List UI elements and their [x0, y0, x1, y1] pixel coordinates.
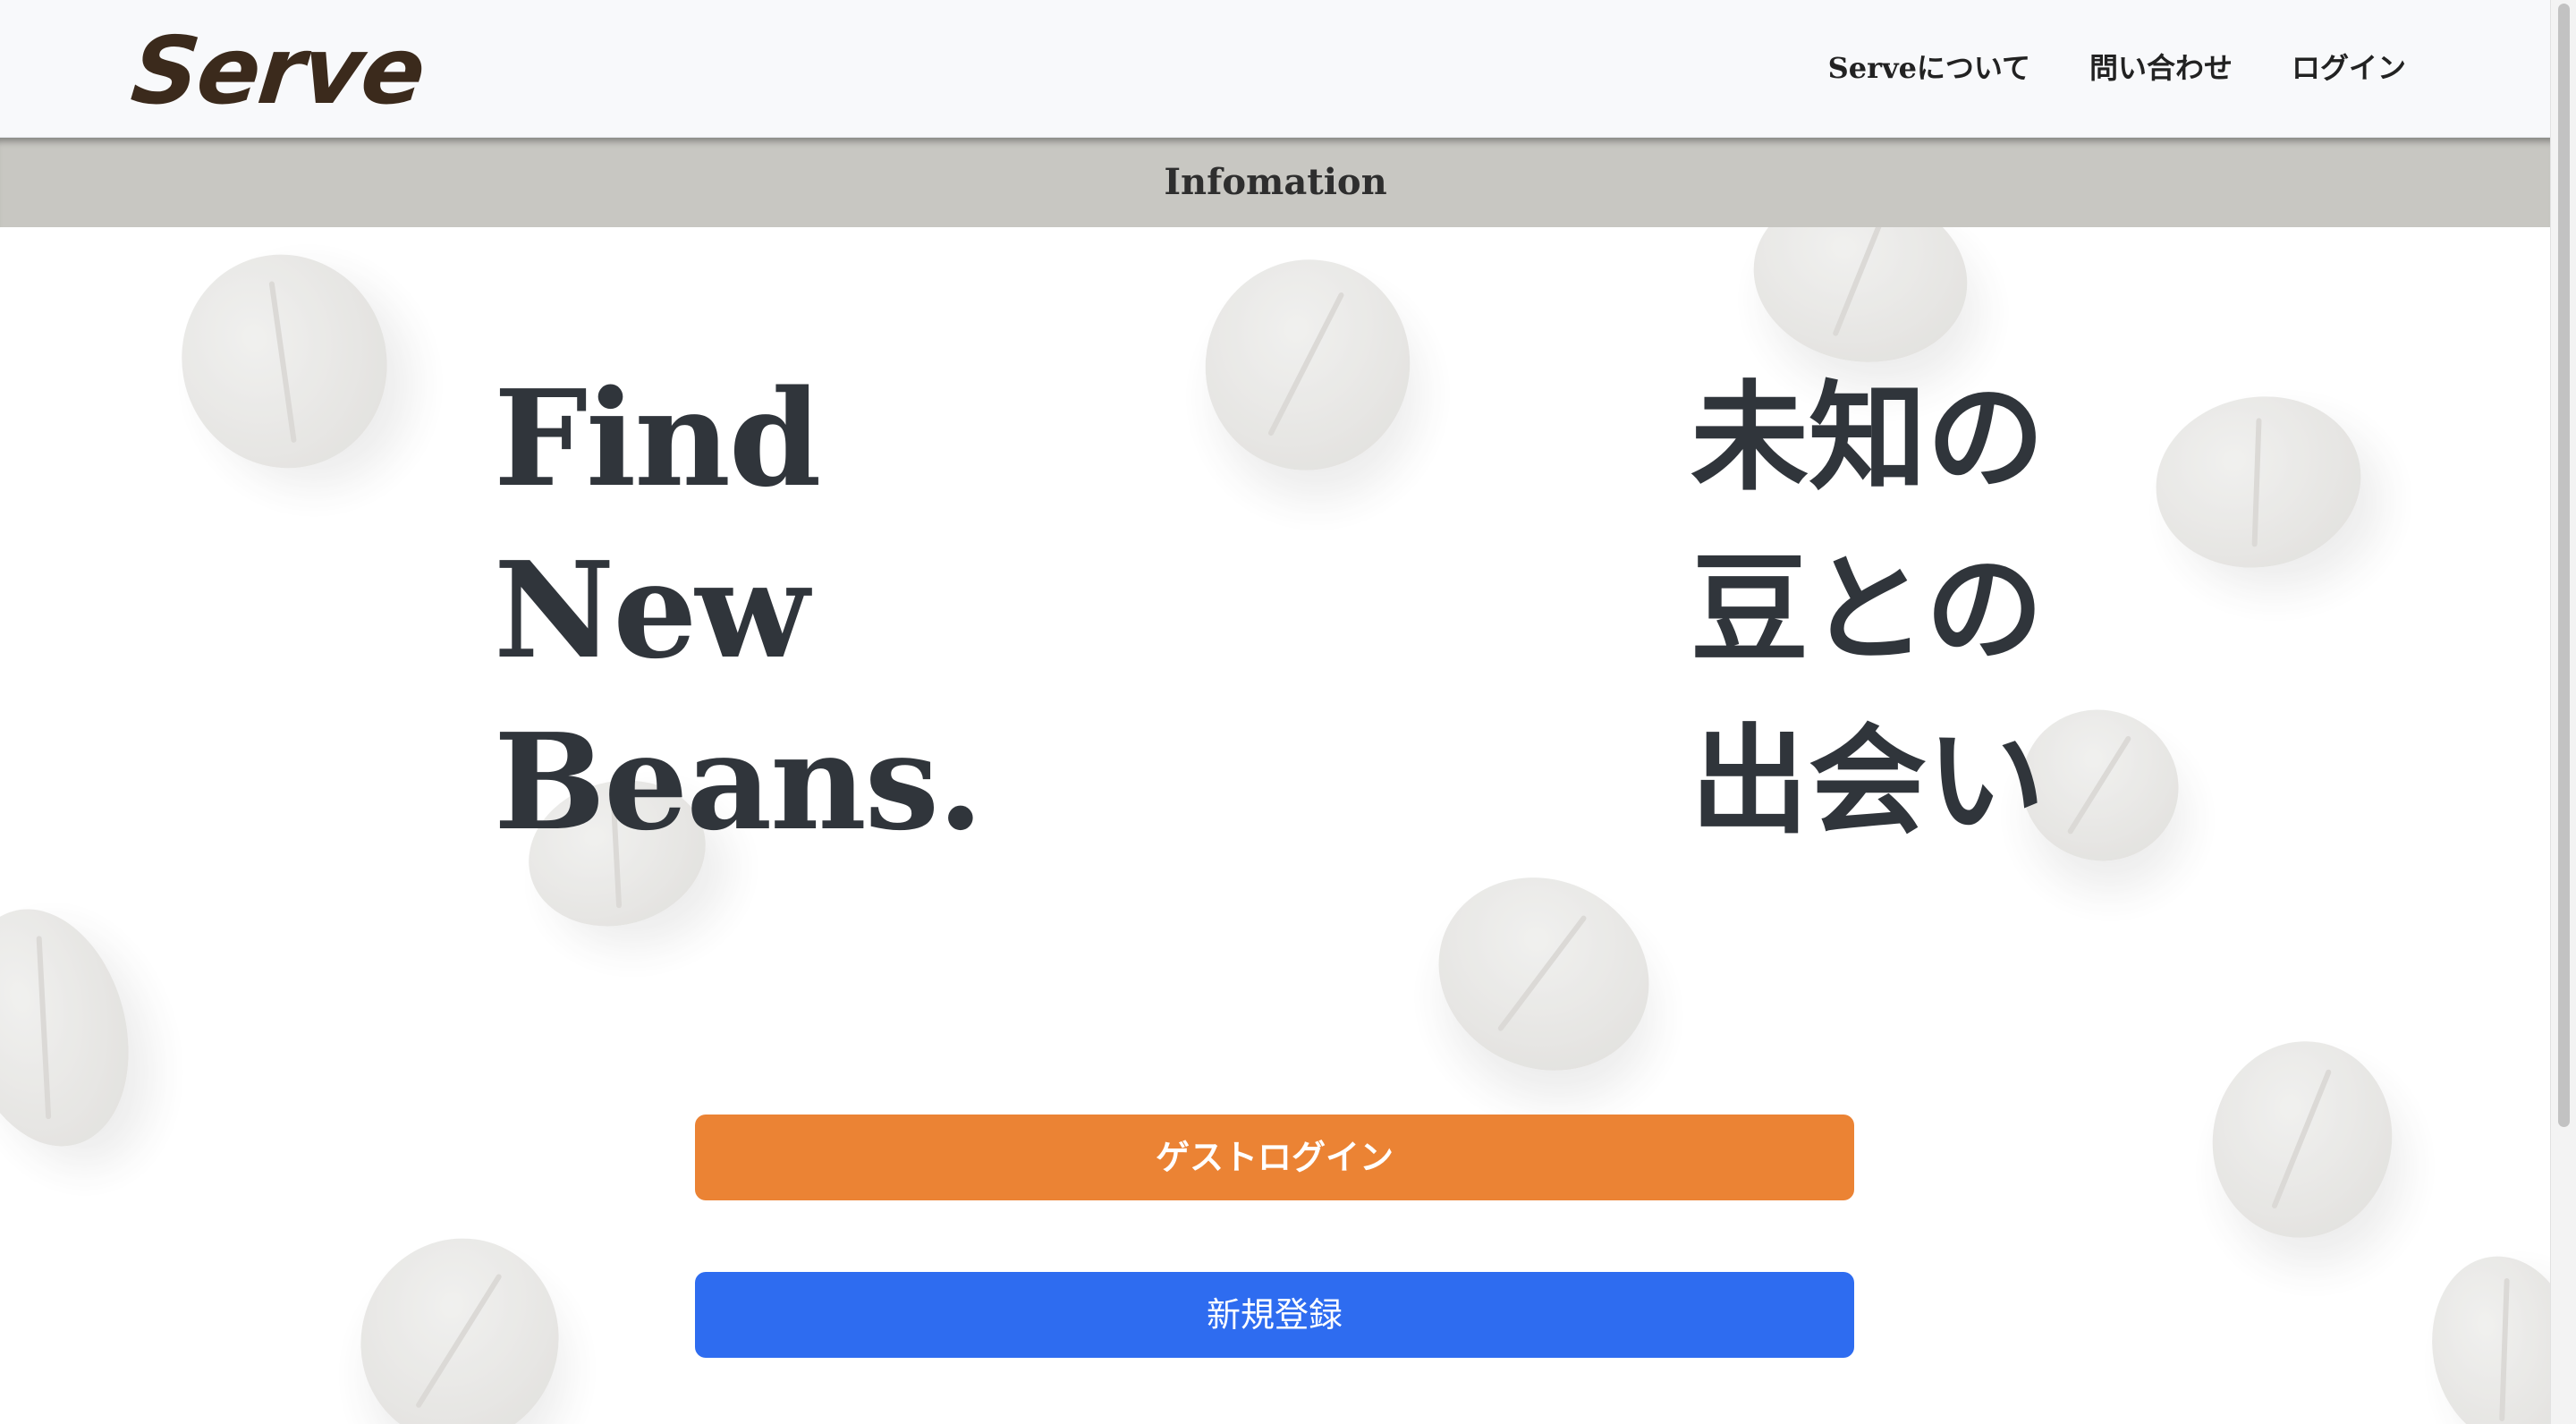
scrollbar-thumb[interactable]	[2558, 4, 2570, 1127]
coffee-bean-image	[2197, 1027, 2408, 1252]
nav-contact-link[interactable]: 問い合わせ	[2089, 41, 2233, 95]
vertical-scrollbar[interactable]	[2550, 0, 2576, 1424]
coffee-bean-image	[2142, 380, 2375, 584]
coffee-bean-image	[332, 1210, 588, 1424]
page: Serve Serveについて 問い合わせ ログイン Infomation Fi…	[0, 0, 2576, 1424]
hero-english-line: Find	[494, 360, 821, 516]
coffee-bean-image	[0, 890, 154, 1165]
hero-japanese-line: 豆との	[1690, 540, 2044, 679]
hero-japanese-line: 出会い	[1690, 712, 2045, 851]
register-button[interactable]: 新規登録	[695, 1272, 1854, 1358]
hero-english-line: New	[494, 532, 809, 688]
hero-english-line: Beans.	[494, 704, 984, 860]
site-header: Serve Serveについて 問い合わせ ログイン	[0, 0, 2551, 138]
coffee-bean-image	[151, 227, 418, 497]
hero-english-heading: Find New Beans.	[494, 352, 984, 868]
hero-japanese-line: 未知の	[1690, 369, 2045, 507]
coffee-bean-image	[1182, 236, 1434, 494]
coffee-bean-image	[1406, 843, 1682, 1105]
nav-login-link[interactable]: ログイン	[2292, 41, 2406, 95]
top-nav: Serveについて 問い合わせ ログイン	[1828, 41, 2406, 95]
hero-section: Find New Beans. 未知の 豆との 出会い ゲストログイン 新規登録	[0, 227, 2551, 1424]
serve-logo[interactable]: Serve	[126, 13, 429, 129]
coffee-bean-image	[2417, 1244, 2551, 1424]
hero-japanese-heading: 未知の 豆との 出会い	[1690, 352, 2045, 868]
information-label: Infomation	[1164, 161, 1387, 203]
nav-about-link[interactable]: Serveについて	[1828, 41, 2030, 95]
information-bar: Infomation	[0, 138, 2551, 227]
guest-login-button[interactable]: ゲストログイン	[695, 1115, 1854, 1200]
